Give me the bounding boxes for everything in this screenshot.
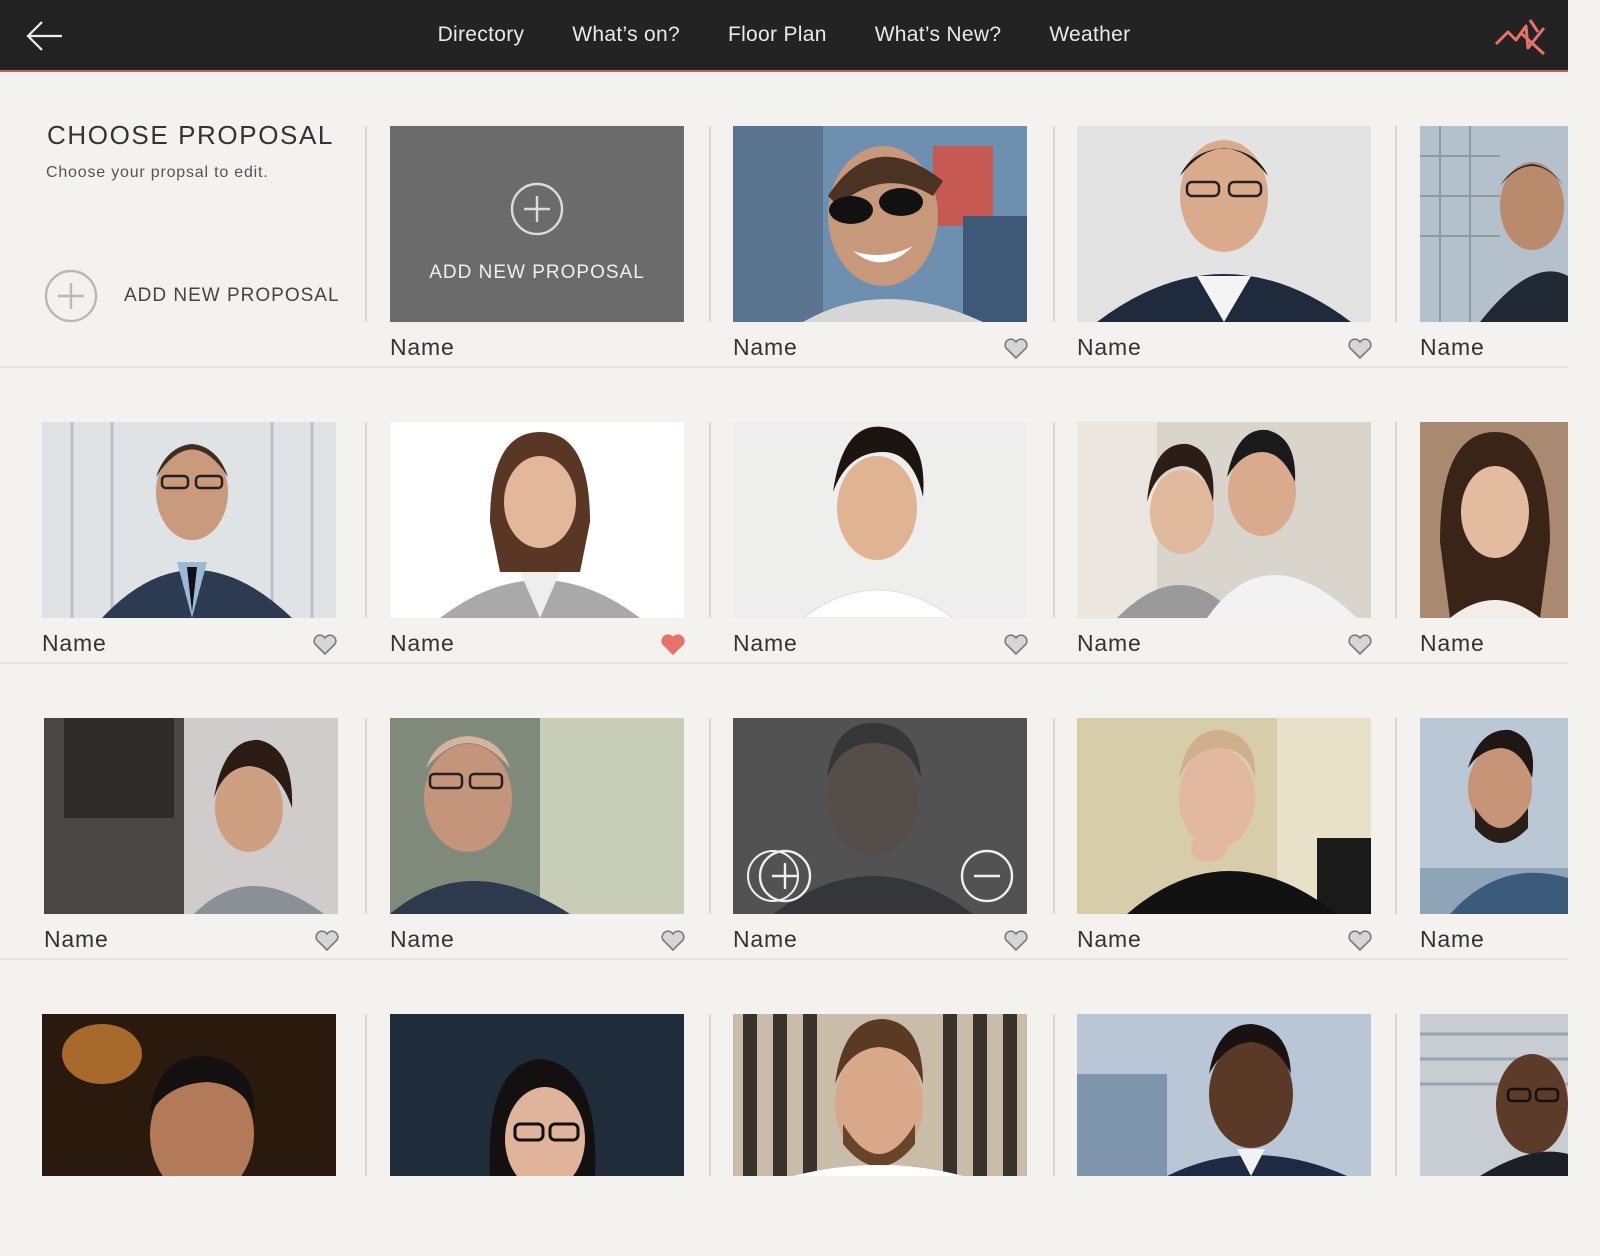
plus-circle-icon xyxy=(510,182,564,236)
divider xyxy=(709,126,711,322)
divider xyxy=(1053,718,1055,914)
heart-icon[interactable] xyxy=(314,930,340,952)
choose-proposal-panel: CHOOSE PROPOSAL Choose your propsal to e… xyxy=(0,120,340,346)
add-tile-label: ADD NEW PROPOSAL xyxy=(429,262,645,283)
nav-item-floor-plan[interactable]: Floor Plan xyxy=(728,23,827,47)
heart-icon[interactable] xyxy=(1347,930,1373,952)
profile-photo[interactable] xyxy=(1420,718,1568,914)
divider xyxy=(1395,1014,1397,1176)
profile-photo[interactable] xyxy=(1077,1014,1371,1176)
nav-item-weather[interactable]: Weather xyxy=(1049,23,1130,47)
divider xyxy=(1053,126,1055,322)
profile-name: Name xyxy=(733,334,798,360)
nav-item-directory[interactable]: Directory xyxy=(438,23,525,47)
nav-item-whats-on[interactable]: What’s on? xyxy=(572,23,680,47)
divider xyxy=(1053,1014,1055,1176)
profile-photo[interactable] xyxy=(733,422,1027,618)
heart-icon[interactable] xyxy=(1003,338,1029,360)
grid-row: Name Name Name Name Name xyxy=(0,368,1568,664)
profile-name: Name xyxy=(733,926,798,952)
profile-photo[interactable] xyxy=(390,422,684,618)
plus-circle-icon xyxy=(44,269,98,323)
main-nav: Directory What’s on? Floor Plan What’s N… xyxy=(0,0,1568,70)
profile-name: Name xyxy=(1077,630,1142,656)
heart-icon[interactable] xyxy=(660,930,686,952)
profile-photo[interactable] xyxy=(44,718,338,914)
page-title: CHOOSE PROPOSAL xyxy=(47,120,334,150)
divider xyxy=(1395,422,1397,618)
heart-icon[interactable] xyxy=(660,634,686,656)
profile-photo[interactable] xyxy=(1077,422,1371,618)
divider xyxy=(365,1014,367,1176)
add-new-proposal-label: ADD NEW PROPOSAL xyxy=(124,285,340,306)
profile-name: Name xyxy=(42,630,107,656)
heart-icon[interactable] xyxy=(1347,338,1373,360)
grid-row: CHOOSE PROPOSAL Choose your propsal to e… xyxy=(0,72,1568,368)
profile-name: Name xyxy=(1420,334,1485,360)
divider xyxy=(1395,718,1397,914)
profile-photo[interactable] xyxy=(1420,126,1568,322)
profile-photo[interactable] xyxy=(42,1014,336,1176)
profile-name: Name xyxy=(1077,334,1142,360)
profile-name: Name xyxy=(1420,926,1485,952)
nav-item-whats-new[interactable]: What’s New? xyxy=(875,23,1002,47)
profile-name: Name xyxy=(390,334,455,360)
profile-name: Name xyxy=(1420,630,1485,656)
minus-circle-icon[interactable] xyxy=(959,848,1015,904)
profile-photo[interactable] xyxy=(1077,718,1371,914)
heart-icon[interactable] xyxy=(1003,634,1029,656)
divider xyxy=(365,126,367,322)
page-subtitle: Choose your propsal to edit. xyxy=(46,164,269,181)
profile-name: Name xyxy=(44,926,109,952)
heart-icon[interactable] xyxy=(1347,634,1373,656)
profile-photo[interactable] xyxy=(390,718,684,914)
profile-name: Name xyxy=(1077,926,1142,952)
profile-name: Name xyxy=(390,926,455,952)
profile-photo[interactable] xyxy=(390,1014,684,1176)
add-new-proposal-button[interactable]: ADD NEW PROPOSAL xyxy=(44,269,340,323)
divider xyxy=(709,1014,711,1176)
profile-photo[interactable] xyxy=(733,126,1027,322)
heart-icon[interactable] xyxy=(312,634,338,656)
divider xyxy=(365,718,367,914)
plus-circle-icon[interactable] xyxy=(743,848,817,904)
divider xyxy=(709,718,711,914)
divider xyxy=(1395,126,1397,322)
top-navigation-bar: Directory What’s on? Floor Plan What’s N… xyxy=(0,0,1568,72)
brand-logo-icon[interactable] xyxy=(1492,14,1550,60)
grid-row: Name Name Name Name Name xyxy=(0,664,1568,960)
divider xyxy=(1053,422,1055,618)
heart-icon[interactable] xyxy=(1003,930,1029,952)
divider xyxy=(709,422,711,618)
profile-photo[interactable] xyxy=(733,1014,1027,1176)
profile-photo[interactable] xyxy=(733,718,1027,914)
profile-photo[interactable] xyxy=(1077,126,1371,322)
profile-name: Name xyxy=(390,630,455,656)
profile-photo[interactable] xyxy=(1420,1014,1568,1176)
profile-name: Name xyxy=(733,630,798,656)
add-proposal-tile[interactable]: ADD NEW PROPOSAL xyxy=(390,126,684,322)
grid-row xyxy=(0,960,1568,1256)
profile-photo[interactable] xyxy=(1420,422,1568,618)
profile-photo[interactable] xyxy=(42,422,336,618)
divider xyxy=(365,422,367,618)
